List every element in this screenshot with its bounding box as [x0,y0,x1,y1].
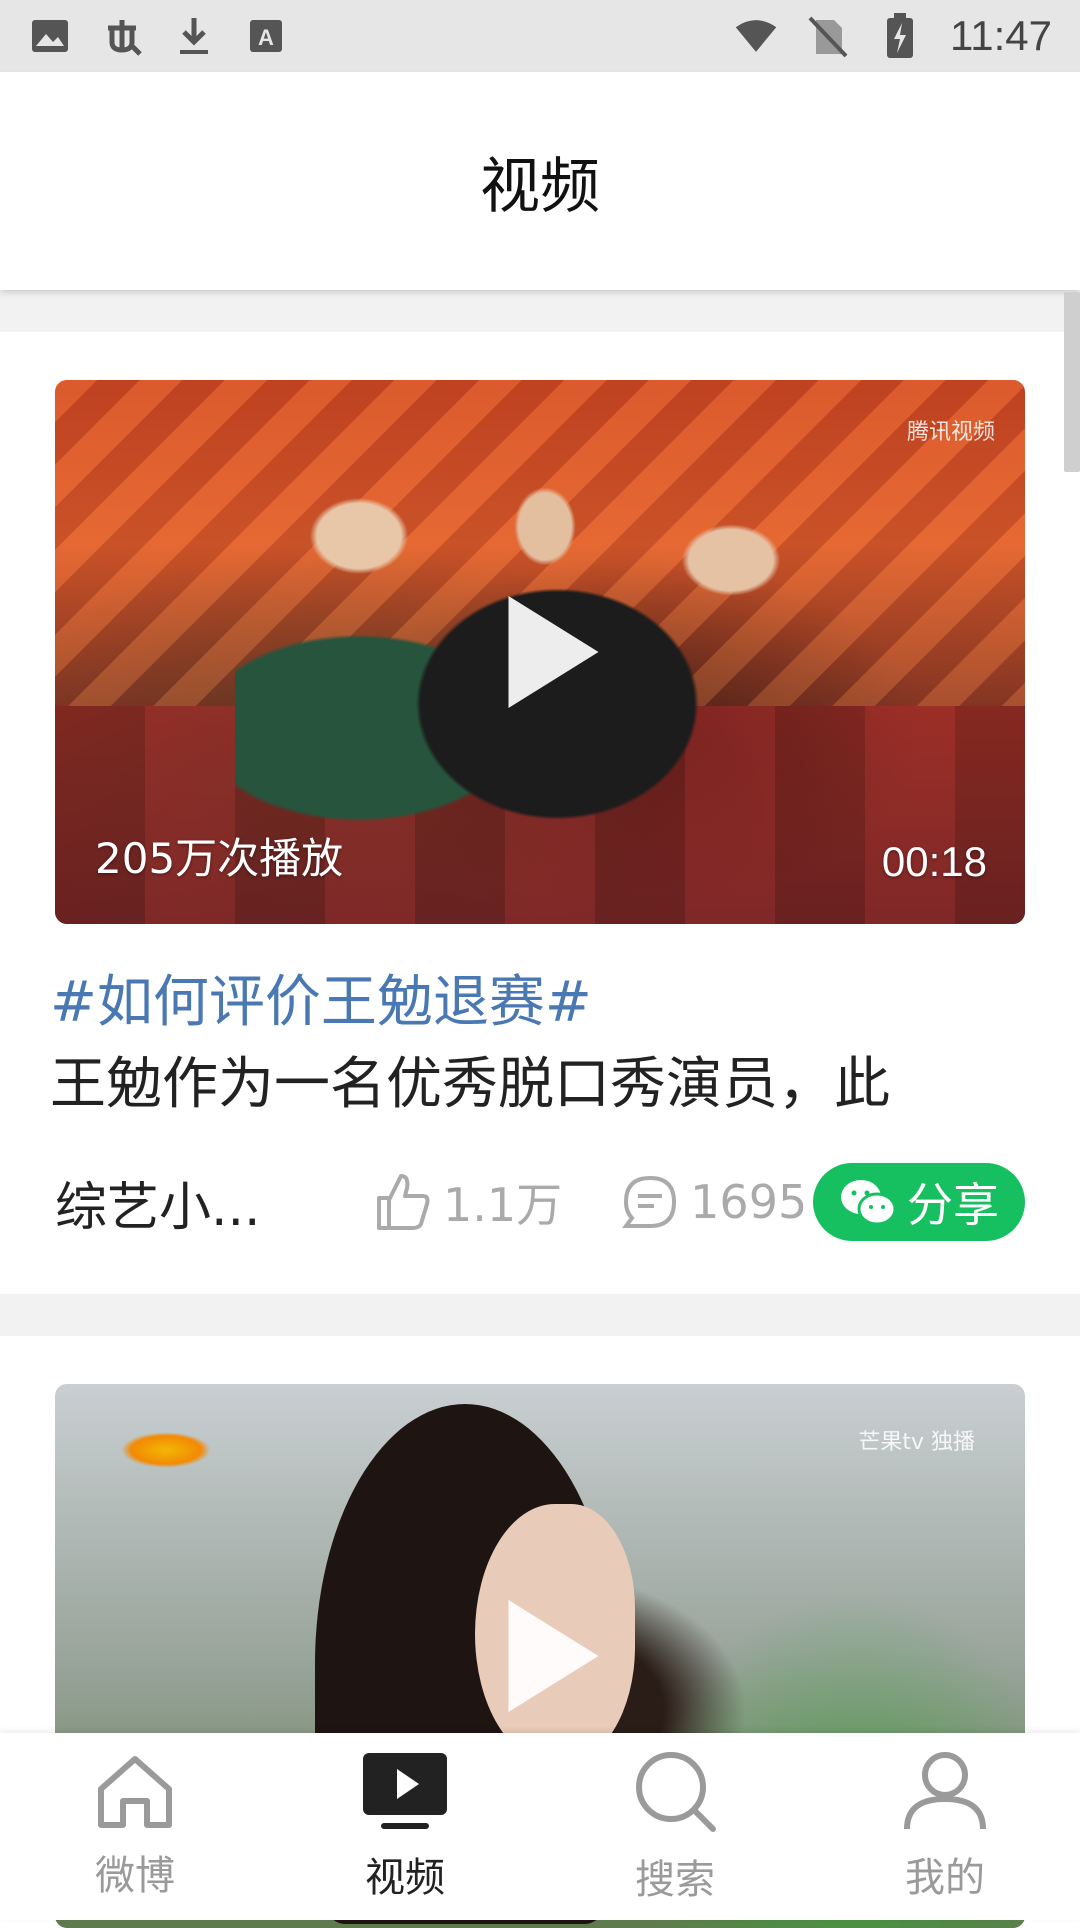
nav-item-me[interactable]: 我的 [810,1733,1080,1920]
like-button[interactable]: 1.1万 [375,1169,562,1235]
like-count: 1.1万 [443,1178,563,1232]
bottom-nav: 微博 视频 搜索 我的 [0,1733,1080,1920]
text-icon: A [244,14,288,58]
video-feed: 腾讯视频 205万次播放 00:18 #如何评价王勉退赛# 王勉作为一名优秀脱口… [0,332,1080,1928]
nav-item-weibo[interactable]: 微博 [0,1733,270,1920]
play-icon[interactable] [508,1600,599,1712]
video-description[interactable]: 王勉作为一名优秀脱口秀演员，此 [50,1050,1030,1120]
wifi-icon [734,14,778,58]
share-button[interactable]: 分享 [813,1163,1025,1241]
status-bar-left: A [28,14,288,58]
image-icon [28,14,72,58]
channel-logo-icon [121,1432,211,1468]
svg-text:A: A [258,25,274,50]
topic-hashtag[interactable]: #如何评价王勉退赛# [50,968,1030,1038]
comment-count: 1695 [690,1175,808,1229]
watermark: 腾讯视频 [906,420,995,445]
status-bar-right: 11:47 [734,12,1052,60]
author-name[interactable]: 综艺小... [55,1165,375,1240]
search-icon [636,1751,716,1832]
status-bar: A 11:47 [0,0,1080,72]
share-label: 分享 [907,1178,999,1232]
card-actions: 综艺小... 1.1万 1695 分享 [55,1162,1025,1294]
user-icon [904,1751,986,1829]
bug-icon [100,14,144,58]
comment-icon [622,1175,677,1228]
wechat-icon [841,1180,897,1226]
play-count: 205万次播放 [95,834,344,883]
video-thumbnail[interactable]: 腾讯视频 205万次播放 00:18 [55,380,1025,924]
home-icon [98,1755,172,1828]
watermark: 芒果tv 独播 [858,1430,975,1455]
page-title: 视频 [480,151,600,222]
scrollbar[interactable] [1064,292,1080,472]
page-header: 视频 [0,72,1080,290]
nav-label: 我的 [905,1854,985,1901]
status-time: 11:47 [950,12,1052,59]
nav-label: 搜索 [635,1856,715,1903]
no-sim-icon [806,14,850,58]
video-card[interactable]: 腾讯视频 205万次播放 00:18 #如何评价王勉退赛# 王勉作为一名优秀脱口… [0,332,1080,1294]
download-icon [172,14,216,58]
play-icon[interactable] [508,596,599,708]
nav-item-video[interactable]: 视频 [270,1733,540,1920]
nav-label: 视频 [365,1854,445,1901]
video-duration: 00:18 [881,838,987,885]
video-icon [363,1752,447,1829]
nav-label: 微博 [95,1852,175,1899]
thumbs-up-icon [377,1174,430,1230]
nav-item-search[interactable]: 搜索 [540,1733,810,1920]
comment-button[interactable]: 1695 [622,1174,807,1230]
battery-charging-icon [878,13,922,58]
